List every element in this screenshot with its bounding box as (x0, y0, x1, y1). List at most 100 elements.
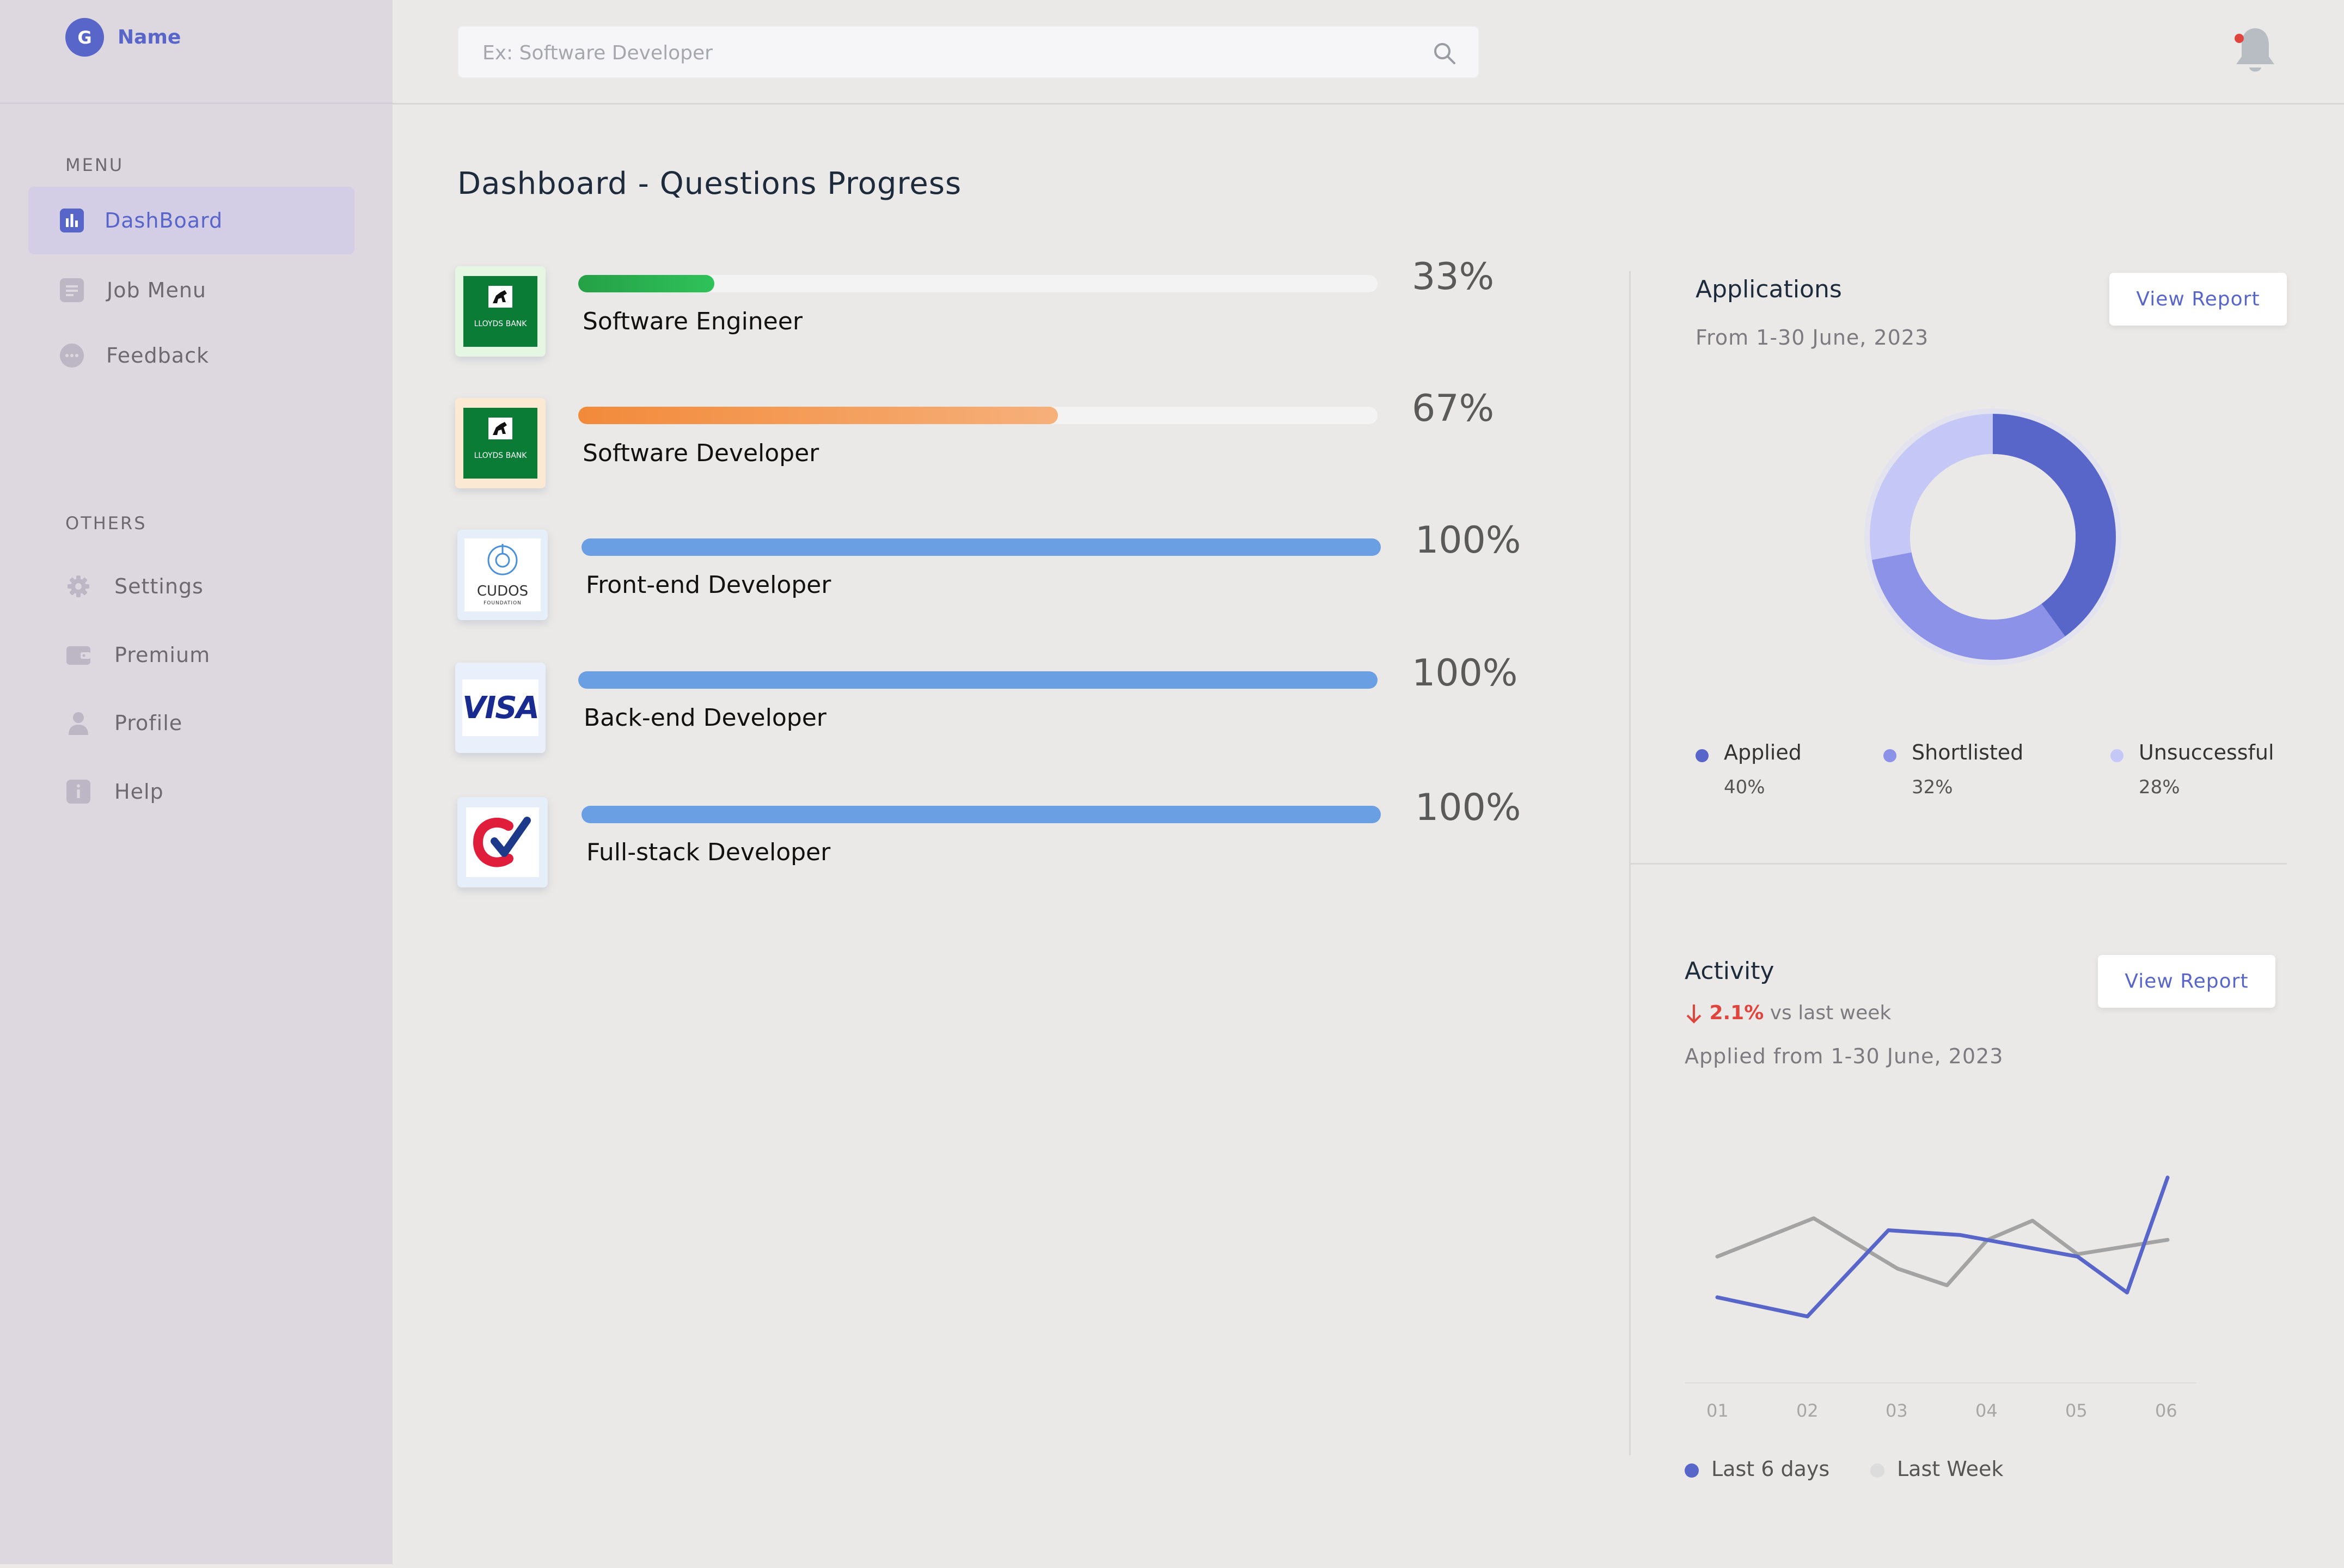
legend-name: Applied (1724, 740, 1802, 764)
activity-subtitle: Applied from 1-30 June, 2023 (1685, 1044, 2004, 1068)
sidebar-item-help[interactable]: Help (28, 758, 354, 825)
legend-label: Last Week (1897, 1457, 2004, 1481)
legend-percent: 32% (1912, 776, 1953, 798)
progress-percent: 100% (1412, 652, 1518, 695)
info-icon (66, 780, 90, 804)
donut-hole (1910, 454, 2076, 620)
progress-track (578, 671, 1378, 689)
x-tick-label: 02 (1796, 1400, 1819, 1421)
activity-view-report-button[interactable]: View Report (2098, 955, 2275, 1008)
progress-track (578, 407, 1378, 424)
sidebar-item-profile[interactable]: Profile (28, 689, 354, 757)
progress-row[interactable]: Full-stack Developer 100% (455, 786, 1522, 890)
x-tick-label: 03 (1886, 1400, 1908, 1421)
sidebar-item-label: Feedback (106, 344, 209, 367)
sidebar-item-label: Help (114, 780, 164, 804)
x-tick-label: 06 (2155, 1400, 2177, 1421)
progress-row[interactable]: CUDOS FOUNDATION Front-end Developer 100… (455, 519, 1522, 622)
notification-dot (2235, 34, 2244, 43)
topbar-divider (393, 103, 2344, 105)
legend-label: Last 6 days (1711, 1457, 1830, 1481)
gear-icon (66, 574, 90, 598)
legend-dot (2110, 749, 2123, 762)
legend-name: Shortlisted (1912, 740, 2024, 764)
applications-title: Applications (1696, 275, 1842, 303)
sidebar: G Name MENU DashBoard Job Menu Feedback … (0, 0, 393, 1564)
x-tick-label: 04 (1975, 1400, 1998, 1421)
page-title: Dashboard - Questions Progress (457, 166, 962, 201)
logo-text: CUDOS (476, 583, 529, 599)
search-input[interactable]: Ex: Software Developer (457, 26, 1479, 78)
sidebar-item-label: Profile (114, 711, 183, 735)
checkmark-logo (457, 797, 548, 887)
others-section-label: OTHERS (65, 513, 147, 534)
progress-row[interactable]: VISA Back-end Developer 100% (455, 652, 1522, 755)
menu-section-label: MENU (65, 155, 124, 175)
logo-text: VISA (462, 690, 540, 726)
document-icon (60, 278, 84, 302)
progress-fill (578, 407, 1058, 424)
activity-line-chart (1685, 1175, 2196, 1383)
delta-text: vs last week (1770, 1002, 1892, 1024)
legend-percent: 40% (1724, 776, 1765, 798)
progress-fill (582, 538, 1381, 556)
visa-logo: VISA (455, 663, 546, 753)
cudos-logo: CUDOS FOUNDATION (457, 530, 548, 620)
lloyds-bank-logo: LLOYDS BANK (455, 398, 546, 488)
sidebar-brand: G Name (0, 0, 393, 104)
sidebar-item-label: Premium (114, 643, 211, 667)
x-tick-label: 05 (2065, 1400, 2088, 1421)
sidebar-item-dashboard[interactable]: DashBoard (28, 187, 354, 254)
legend-last-week (1870, 1463, 1884, 1478)
search-placeholder: Ex: Software Developer (482, 42, 713, 64)
user-name[interactable]: Name (118, 26, 181, 48)
legend-last-6-days (1685, 1463, 1699, 1478)
progress-track (582, 538, 1381, 556)
logo-text: LLOYDS BANK (474, 320, 527, 328)
progress-title: Software Engineer (583, 308, 803, 335)
sidebar-item-feedback[interactable]: Feedback (28, 322, 354, 389)
avatar[interactable]: G (65, 18, 104, 57)
progress-track (578, 275, 1378, 292)
legend-dot (1696, 749, 1709, 762)
lloyds-bank-logo: LLOYDS BANK (455, 266, 546, 357)
progress-title: Full-stack Developer (586, 838, 831, 866)
progress-row[interactable]: LLOYDS BANK Software Developer 67% (455, 387, 1522, 491)
sidebar-item-premium[interactable]: Premium (28, 621, 354, 689)
arrow-down-icon (1685, 1003, 1703, 1024)
progress-fill (578, 275, 714, 292)
applications-subtitle: From 1-30 June, 2023 (1696, 326, 1929, 350)
progress-title: Front-end Developer (586, 571, 831, 599)
sidebar-item-settings[interactable]: Settings (28, 553, 354, 620)
delta-value: 2.1% (1709, 1002, 1764, 1024)
wallet-icon (66, 643, 90, 667)
progress-fill (582, 806, 1381, 823)
progress-percent: 67% (1412, 387, 1495, 430)
progress-percent: 100% (1415, 519, 1521, 562)
progress-title: Software Developer (583, 439, 819, 467)
logo-subtext: FOUNDATION (484, 601, 522, 606)
progress-row[interactable]: LLOYDS BANK Software Engineer 33% (455, 255, 1522, 359)
activity-title: Activity (1685, 957, 1774, 985)
legend-name: Unsuccessful (2139, 740, 2274, 764)
progress-percent: 100% (1415, 786, 1521, 829)
progress-title: Back-end Developer (584, 704, 827, 732)
chat-bubble-icon (60, 344, 84, 367)
sidebar-item-label: Settings (114, 574, 204, 598)
series-line-last-week (1715, 1216, 2170, 1288)
user-icon (66, 711, 90, 735)
bar-chart-icon (60, 209, 84, 232)
sidebar-item-label: DashBoard (105, 209, 223, 232)
sidebar-item-job-menu[interactable]: Job Menu (28, 256, 354, 324)
applications-donut-chart (1864, 408, 2121, 665)
bell-icon[interactable] (2230, 25, 2281, 77)
x-tick-label: 01 (1706, 1400, 1729, 1421)
logo-text: LLOYDS BANK (474, 451, 527, 460)
horizontal-divider (1631, 863, 2287, 865)
progress-fill (578, 671, 1378, 689)
progress-percent: 33% (1412, 255, 1495, 298)
series-line-last-6-days (1715, 1175, 2170, 1319)
search-icon[interactable] (1431, 40, 1458, 66)
applications-view-report-button[interactable]: View Report (2109, 273, 2287, 326)
legend-percent: 28% (2139, 776, 2180, 798)
